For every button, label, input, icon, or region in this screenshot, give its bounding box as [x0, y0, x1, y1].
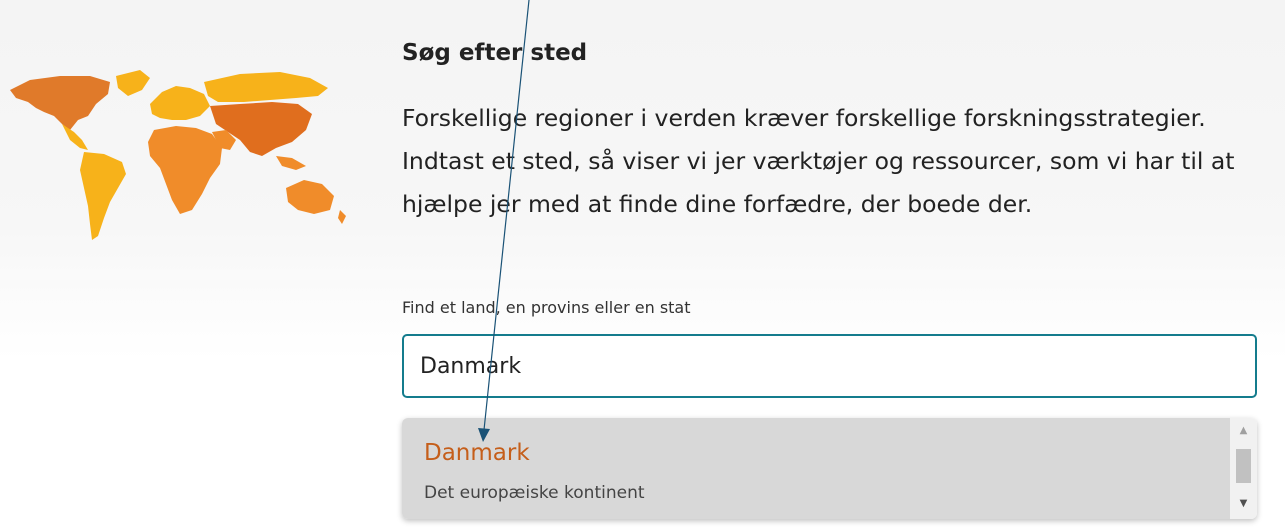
- map-region-australia: [286, 180, 334, 214]
- world-map-illustration: [0, 60, 350, 250]
- map-region-central-america: [62, 124, 88, 150]
- suggestion-name: Danmark: [424, 440, 530, 466]
- suggestion-region: Det europæiske kontinent: [424, 483, 645, 503]
- suggestion-item[interactable]: Danmark Det europæiske kontinent: [402, 418, 1230, 519]
- scroll-up-arrow-icon[interactable]: ▲: [1230, 424, 1257, 438]
- map-region-europe: [150, 86, 210, 120]
- search-field-label: Find et land, en provins eller en stat: [402, 298, 691, 317]
- map-region-new-zealand: [338, 210, 346, 224]
- scrollbar-thumb[interactable]: [1236, 449, 1251, 483]
- place-search-input[interactable]: [402, 334, 1257, 398]
- search-heading: Søg efter sted: [402, 40, 588, 66]
- map-region-africa: [148, 126, 222, 214]
- map-region-north-america: [10, 76, 110, 130]
- map-region-southeast-asia: [276, 156, 306, 170]
- map-region-greenland: [116, 70, 150, 96]
- dropdown-scrollbar[interactable]: ▲ ▼: [1230, 418, 1257, 519]
- search-description: Forskellige regioner i verden kræver for…: [402, 104, 1235, 218]
- map-region-north-asia: [204, 72, 328, 102]
- scroll-down-arrow-icon[interactable]: ▼: [1230, 497, 1257, 511]
- map-region-south-america: [80, 152, 126, 240]
- suggestions-dropdown: Danmark Det europæiske kontinent ▲ ▼: [402, 418, 1257, 519]
